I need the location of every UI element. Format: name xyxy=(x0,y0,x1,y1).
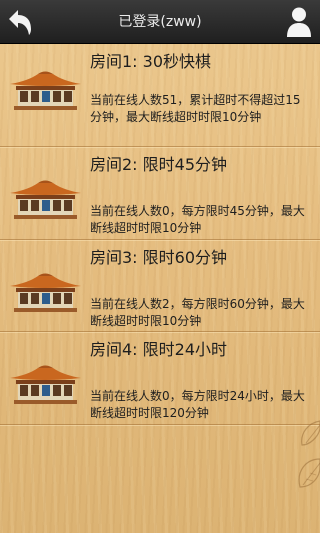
room-item-1[interactable]: 房间1: 30秒快棋 当前在线人数51，累计超时不得超过15分钟，最大断线超时时… xyxy=(0,44,320,147)
room-description: 当前在线人数2，每方限时60分钟，最大断线超时时限10分钟 xyxy=(90,297,305,328)
room-title: 房间3: 限时60分钟 xyxy=(90,248,228,267)
room-list: 房间1: 30秒快棋 当前在线人数51，累计超时不得超过15分钟，最大断线超时时… xyxy=(0,44,320,425)
room-description: 当前在线人数51，累计超时不得超过15分钟，最大断线超时时限10分钟 xyxy=(90,93,301,124)
room-item-2[interactable]: 房间2: 限时45分钟 当前在线人数0，每方限时45分钟，最大断线超时时限10分… xyxy=(0,147,320,240)
decorative-leaves-icon xyxy=(298,420,320,488)
room-title: 房间4: 限时24小时 xyxy=(90,340,228,359)
back-arrow-icon xyxy=(9,10,31,35)
room-title: 房间1: 30秒快棋 xyxy=(90,52,212,71)
pavilion-icon xyxy=(10,365,81,404)
pavilion-icon xyxy=(10,180,81,219)
top-bar: 已登录(zww) xyxy=(0,0,320,44)
room-title: 房间2: 限时45分钟 xyxy=(90,155,228,174)
room-item-4[interactable]: 房间4: 限时24小时 当前在线人数0，每方限时24小时，最大断线超时时限120… xyxy=(0,332,320,425)
room-item-3[interactable]: 房间3: 限时60分钟 当前在线人数2，每方限时60分钟，最大断线超时时限10分… xyxy=(0,240,320,332)
user-icon xyxy=(287,7,311,37)
room-description: 当前在线人数0，每方限时24小时，最大断线超时时限120分钟 xyxy=(90,389,305,420)
room-description: 当前在线人数0，每方限时45分钟，最大断线超时时限10分钟 xyxy=(90,204,305,235)
pavilion-icon xyxy=(10,71,81,110)
profile-button[interactable] xyxy=(284,4,314,40)
page-title: 已登录(zww) xyxy=(118,14,202,30)
back-button[interactable] xyxy=(3,4,35,40)
pavilion-icon xyxy=(10,273,81,312)
